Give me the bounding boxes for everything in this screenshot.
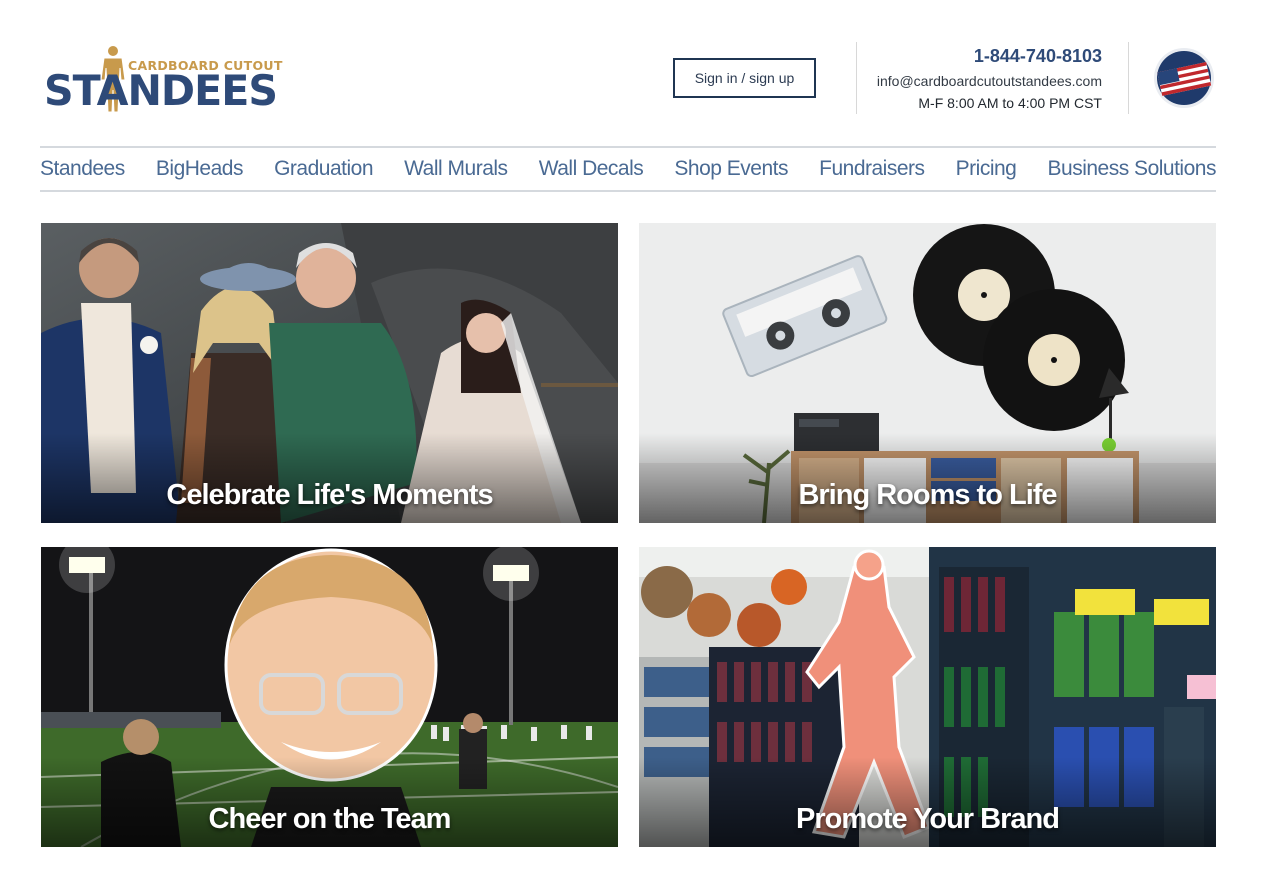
tile-caption: Bring Rooms to Life: [798, 479, 1057, 511]
tile-cheer-team[interactable]: Cheer on the Team: [41, 547, 618, 847]
nav-item-business-solutions[interactable]: Business Solutions: [1048, 157, 1217, 181]
tile-caption: Celebrate Life's Moments: [166, 479, 493, 511]
nav-item-shop-events[interactable]: Shop Events: [674, 157, 788, 181]
tile-celebrate-life[interactable]: Celebrate Life's Moments: [41, 223, 618, 523]
contact-info: 1-844-740-8103 info@cardboardcutoutstand…: [877, 44, 1102, 112]
sign-in-button[interactable]: Sign in / sign up: [673, 58, 816, 98]
header-divider: [856, 42, 857, 114]
tile-caption: Cheer on the Team: [208, 803, 452, 835]
main-nav: Standees BigHeads Graduation Wall Murals…: [40, 146, 1216, 192]
nav-item-standees[interactable]: Standees: [40, 157, 125, 181]
business-hours: M-F 8:00 AM to 4:00 PM CST: [918, 95, 1102, 111]
nav-item-fundraisers[interactable]: Fundraisers: [819, 157, 925, 181]
header-divider: [1128, 42, 1129, 114]
nav-item-wall-decals[interactable]: Wall Decals: [539, 157, 644, 181]
logo-wordmark: STANDEES: [44, 66, 278, 115]
site-logo[interactable]: CARDBOARD CUTOUT STANDEES: [44, 44, 282, 116]
tile-caption: Promote Your Brand: [796, 803, 1060, 835]
site-header: CARDBOARD CUTOUT STANDEES Sign in / sign…: [0, 0, 1280, 140]
nav-item-bigheads[interactable]: BigHeads: [156, 157, 244, 181]
nav-item-wall-murals[interactable]: Wall Murals: [404, 157, 508, 181]
made-in-usa-badge-icon: [1154, 48, 1214, 108]
nav-item-pricing[interactable]: Pricing: [956, 157, 1017, 181]
nav-item-graduation[interactable]: Graduation: [274, 157, 373, 181]
email-link[interactable]: info@cardboardcutoutstandees.com: [877, 72, 1102, 90]
tile-promote-brand[interactable]: Promote Your Brand: [639, 547, 1216, 847]
tile-bring-rooms[interactable]: Bring Rooms to Life: [639, 223, 1216, 523]
phone-link[interactable]: 1-844-740-8103: [877, 44, 1102, 68]
